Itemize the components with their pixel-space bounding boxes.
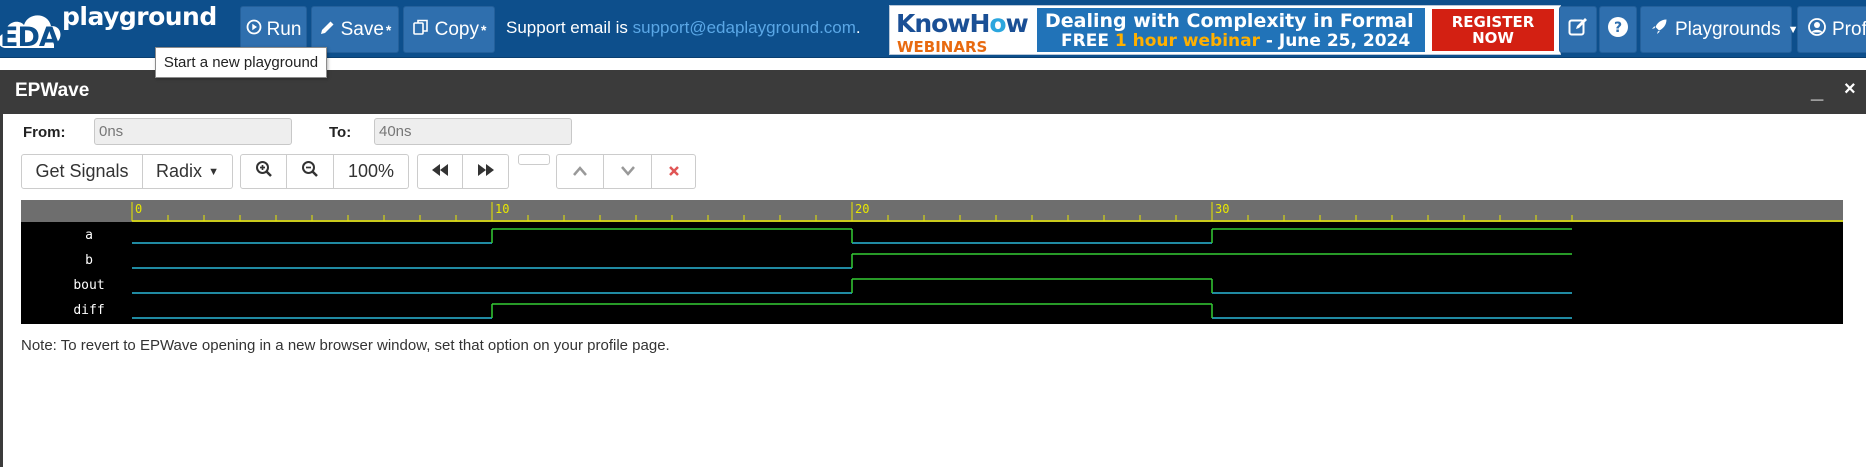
- support-prefix: Support email is: [506, 18, 633, 37]
- chevron-up-icon: [572, 161, 588, 182]
- zoom-in-button[interactable]: [240, 154, 287, 189]
- zoom-out-icon: [301, 160, 319, 183]
- play-circle-icon: [246, 19, 262, 40]
- knowhow-brand: KnowHow: [896, 9, 1029, 38]
- save-button[interactable]: Save *: [311, 6, 399, 53]
- save-label: Save: [340, 18, 384, 40]
- previous-edge-button[interactable]: [417, 154, 463, 189]
- signal-name-diff: diff: [73, 303, 104, 318]
- copy-icon: [412, 18, 430, 41]
- edit-profile-button[interactable]: [1559, 6, 1597, 53]
- rocket-icon: [1651, 18, 1668, 41]
- banner-headline: Dealing with Complexity in Formal: [1045, 10, 1414, 32]
- copy-modified-marker: *: [480, 21, 487, 38]
- logo-prefix: EDA: [0, 22, 60, 53]
- ruler-tick-label: 10: [495, 202, 509, 216]
- brand-o: o: [989, 9, 1006, 38]
- get-signals-button[interactable]: Get Signals: [21, 154, 143, 189]
- forward-icon: [477, 161, 495, 182]
- signal-name-a: a: [85, 228, 93, 243]
- playgrounds-dropdown[interactable]: Playgrounds ▼: [1640, 6, 1799, 53]
- logo-name: playground: [62, 2, 217, 31]
- user-circle-icon: [1808, 17, 1826, 42]
- run-label: Run: [266, 18, 302, 40]
- backward-icon: [431, 161, 449, 182]
- minimize-button[interactable]: _: [1811, 78, 1823, 104]
- run-button[interactable]: Run: [240, 6, 307, 53]
- ruler-tick-label: 20: [855, 202, 869, 216]
- zoom-out-button[interactable]: [287, 154, 334, 189]
- remove-signal-button[interactable]: [652, 154, 696, 189]
- pencil-icon: [319, 19, 336, 41]
- profile-menu[interactable]: Profi: [1797, 6, 1866, 53]
- webinars-label: WEBINARS: [897, 38, 988, 56]
- chevron-down-icon: [620, 161, 636, 182]
- radix-label: Radix: [156, 161, 203, 181]
- blank-button[interactable]: [518, 154, 550, 165]
- question-circle-icon: ?: [1607, 16, 1629, 43]
- edit-square-icon: [1567, 16, 1589, 43]
- to-input[interactable]: [374, 118, 572, 145]
- to-label: To:: [329, 124, 352, 141]
- epwave-title: EPWave: [15, 80, 90, 101]
- brand-h: H: [969, 9, 990, 38]
- signals-toolbar-group: Get Signals Radix ▼: [21, 154, 233, 189]
- from-label: From:: [23, 124, 66, 141]
- move-signal-down-button[interactable]: [604, 154, 652, 189]
- signal-name-bout: bout: [73, 278, 104, 293]
- from-input[interactable]: [94, 118, 292, 145]
- get-signals-label: Get Signals: [35, 161, 129, 181]
- waveform-viewer[interactable]: 0 10 20 30 a b bout diff: [21, 200, 1843, 324]
- brand-know: Know: [896, 9, 970, 38]
- caret-down-icon: ▼: [208, 165, 219, 178]
- signal-name-b: b: [85, 253, 93, 268]
- register-now-button[interactable]: REGISTER NOW: [1432, 9, 1554, 51]
- save-modified-marker: *: [385, 21, 392, 38]
- webinar-banner[interactable]: KnowHow WEBINARS Dealing with Complexity…: [889, 5, 1561, 56]
- close-button[interactable]: ×: [1844, 78, 1856, 101]
- zoom-in-icon: [255, 160, 273, 183]
- zoom-level-label: 100%: [347, 161, 395, 181]
- support-email-text: Support email is support@edaplayground.c…: [506, 18, 861, 38]
- brand-w: w: [1005, 9, 1029, 38]
- profile-label: Profi: [1832, 18, 1866, 40]
- time-ruler: [21, 200, 1843, 222]
- zoom-level: 100%: [334, 154, 409, 189]
- support-email-link[interactable]: support@edaplayground.com: [633, 18, 856, 37]
- modal-left-border: [0, 114, 3, 467]
- playgrounds-label: Playgrounds: [1675, 18, 1781, 40]
- now-label: NOW: [1472, 29, 1514, 47]
- help-button[interactable]: ?: [1599, 6, 1637, 53]
- waveform-canvas[interactable]: 0 10 20 30 ab bout diff: [21, 200, 1843, 324]
- move-signal-up-button[interactable]: [556, 154, 604, 189]
- navigate-toolbar-group: [417, 154, 509, 189]
- banner-headline-box: Dealing with Complexity in Formal FREE 1…: [1037, 8, 1425, 52]
- copy-label: Copy: [434, 18, 479, 40]
- zoom-toolbar-group: 100%: [240, 154, 409, 189]
- banner-duration: 1 hour webinar: [1114, 31, 1260, 51]
- svg-text:?: ?: [1614, 20, 1622, 36]
- banner-free: FREE: [1061, 31, 1115, 51]
- epwave-note: Note: To revert to EPWave opening in a n…: [21, 337, 670, 354]
- run-tooltip: Start a new playground: [155, 47, 327, 78]
- next-edge-button[interactable]: [463, 154, 509, 189]
- remove-x-icon: [668, 161, 680, 182]
- ruler-tick-label: 0: [135, 202, 142, 216]
- support-suffix: .: [855, 18, 861, 37]
- banner-date: - June 25, 2024: [1259, 31, 1411, 51]
- radix-dropdown[interactable]: Radix ▼: [143, 154, 233, 189]
- ruler-tick-label: 30: [1215, 202, 1229, 216]
- signal-order-toolbar-group: [556, 154, 696, 189]
- copy-button[interactable]: Copy *: [403, 6, 495, 53]
- banner-subline: FREE 1 hour webinar - June 25, 2024: [1061, 31, 1410, 51]
